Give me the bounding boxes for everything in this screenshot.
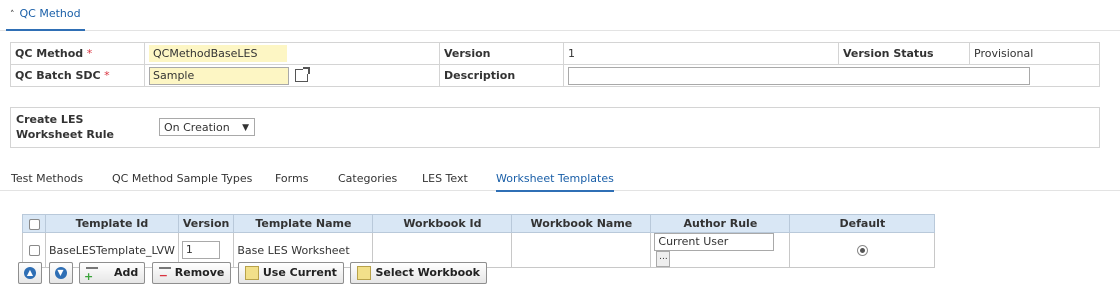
open-external-icon[interactable] [295, 67, 310, 82]
required-marker: * [86, 47, 93, 60]
description-value-cell [563, 64, 1100, 87]
section-title-label: QC Method [19, 7, 81, 20]
description-input[interactable] [568, 66, 1030, 85]
add-button[interactable]: Add [79, 262, 146, 287]
les-worksheet-rule-label: Create LES Worksheet Rule [16, 113, 114, 141]
column-header[interactable]: Author Rule [650, 214, 791, 233]
remove-row-icon [158, 266, 171, 286]
les-worksheet-rule-panel: Create LES Worksheet Rule On Creation ▼ [10, 107, 1100, 148]
remove-button-label: Remove [174, 266, 225, 279]
column-header[interactable]: Workbook Name [511, 214, 652, 233]
qc-batch-sdc-label-cell: QC Batch SDC * [10, 64, 145, 87]
tab-bar: Test Methods QC Method Sample Types Form… [0, 162, 1120, 192]
qc-batch-sdc-input[interactable]: Sample [149, 66, 289, 85]
column-header[interactable]: Template Id [45, 214, 179, 233]
les-worksheet-rule-select[interactable]: On Creation ▼ [159, 118, 255, 136]
qc-method-value-cell: QCMethodBaseLES [144, 42, 440, 65]
add-button-label: Add [114, 266, 139, 279]
qc-method-form: QC Method * QCMethodBaseLES Version 1 Ve… [10, 42, 1100, 87]
column-header[interactable]: Workbook Id [372, 214, 513, 233]
author-rule-input[interactable]: Current User [654, 233, 775, 251]
column-header[interactable]: Template Name [233, 214, 374, 233]
arrow-up-icon: ▲ [24, 267, 36, 279]
version-input[interactable]: 1 [181, 241, 220, 259]
tab-categories[interactable]: Categories [338, 172, 397, 190]
default-radio[interactable] [856, 245, 868, 256]
row-checkbox[interactable] [28, 245, 40, 256]
workbook-icon [357, 266, 372, 280]
move-down-button[interactable]: ▼ [48, 262, 73, 284]
select-all-header [22, 214, 46, 233]
version-label: Version [444, 47, 491, 60]
section-header: ˄ QC Method [0, 0, 1120, 31]
version-value: 1 [563, 42, 839, 65]
column-header[interactable]: Default [789, 214, 936, 233]
version-status-label: Version Status [843, 47, 934, 60]
worksheet-templates-grid: Template Id Version Template Name Workbo… [22, 214, 936, 268]
tab-test-methods[interactable]: Test Methods [11, 172, 83, 190]
tab-les-text[interactable]: LES Text [422, 172, 468, 190]
tab-forms[interactable]: Forms [275, 172, 308, 190]
column-header[interactable]: Version [177, 214, 235, 233]
workbook-name-cell [511, 232, 652, 268]
select-workbook-button[interactable]: Select Workbook [350, 262, 488, 284]
grid-toolbar: ▲ ▼ Add Remove Use Current Select Workbo… [18, 262, 490, 287]
select-workbook-button-label: Select Workbook [375, 266, 481, 279]
use-current-button-label: Use Current [262, 266, 337, 279]
move-up-button[interactable]: ▲ [18, 262, 42, 284]
chevron-up-icon[interactable]: ˄ [10, 8, 15, 22]
select-all-checkbox[interactable] [28, 218, 40, 230]
description-label-cell: Description [439, 64, 564, 87]
version-label-cell: Version [439, 42, 564, 65]
qc-method-label-cell: QC Method * [10, 42, 145, 65]
dropdown-arrow-icon: ▼ [242, 123, 249, 133]
section-title[interactable]: ˄ QC Method [6, 7, 85, 31]
remove-button[interactable]: Remove [151, 262, 232, 286]
required-marker: * [104, 69, 110, 82]
add-row-icon [84, 266, 98, 287]
qc-batch-sdc-value-cell: Sample [144, 64, 440, 87]
use-current-button[interactable]: Use Current [237, 262, 344, 284]
arrow-down-icon: ▼ [54, 267, 67, 279]
author-rule-cell: Current User... [650, 232, 791, 268]
default-cell [789, 232, 936, 268]
version-status-value: Provisional [969, 42, 1100, 65]
qc-batch-sdc-label: QC Batch SDC [15, 69, 101, 82]
version-status-label-cell: Version Status [838, 42, 970, 65]
grid-header-row: Template Id Version Template Name Workbo… [22, 214, 936, 233]
les-worksheet-rule-selected: On Creation [164, 121, 230, 134]
description-label: Description [444, 69, 516, 82]
qc-method-value: QCMethodBaseLES [149, 45, 287, 62]
workbook-icon [244, 266, 259, 280]
tab-worksheet-templates[interactable]: Worksheet Templates [496, 172, 614, 192]
tab-qc-method-sample-types[interactable]: QC Method Sample Types [112, 172, 252, 190]
lookup-ellipsis-button[interactable]: ... [656, 251, 671, 267]
qc-method-label: QC Method [15, 47, 84, 60]
